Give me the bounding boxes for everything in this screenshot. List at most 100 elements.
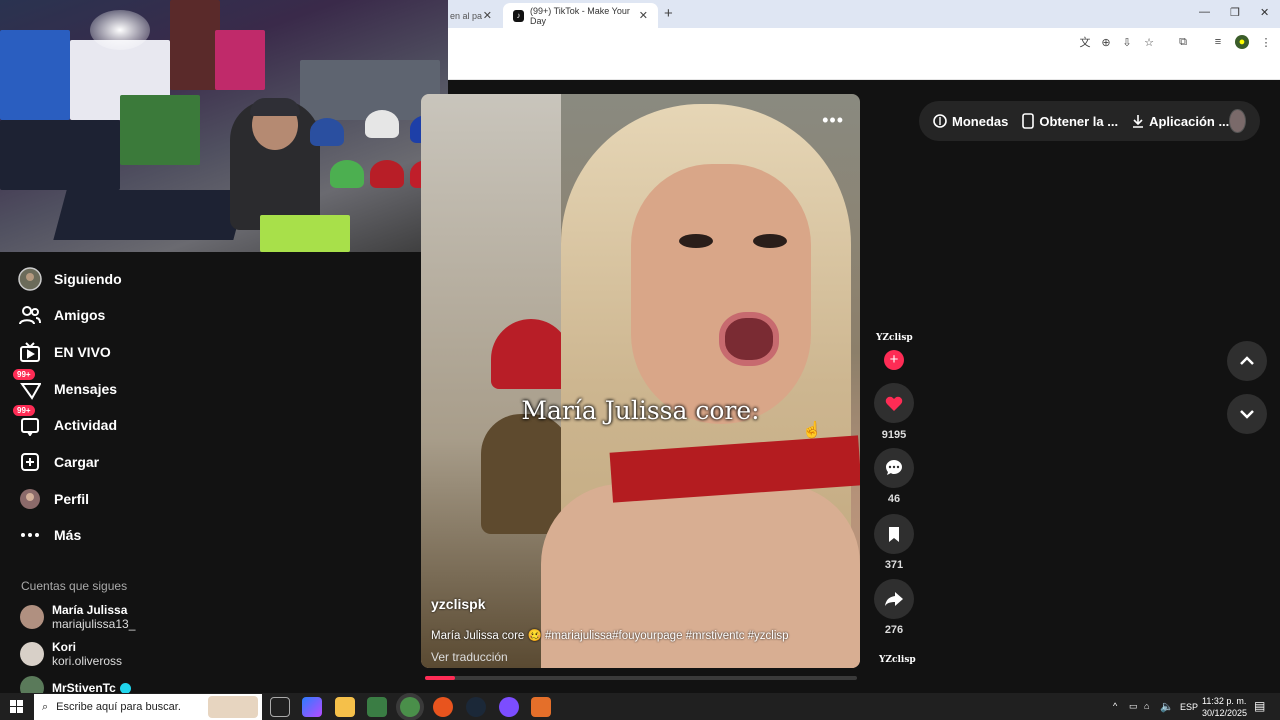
sidebar-item-label: Perfil	[54, 491, 90, 507]
coins-link[interactable]: Monedas	[933, 114, 1008, 129]
followed-account[interactable]: María Julissa mariajulissa13_	[20, 603, 135, 631]
eye	[679, 234, 713, 248]
download-app-link[interactable]: Aplicación ...	[1132, 114, 1229, 129]
previous-video-button[interactable]	[1227, 341, 1267, 381]
more-options-icon[interactable]: •••	[822, 110, 844, 131]
tab-title: en al pa	[450, 10, 483, 21]
copilot-icon[interactable]	[302, 697, 322, 717]
video-player[interactable]: María Julissa core: ••• yzclispk María J…	[421, 94, 860, 668]
download-icon	[1133, 115, 1144, 128]
sidebar-item-following[interactable]: Siguiendo	[16, 264, 122, 294]
live-tv-icon	[16, 338, 44, 366]
desk-light	[260, 215, 350, 252]
coins-label: Monedas	[952, 113, 1009, 129]
messages-icon: 99+	[13, 369, 44, 403]
following-avatar-icon	[16, 265, 44, 293]
profile-icon[interactable]: ●	[1235, 35, 1249, 49]
share-button[interactable]	[874, 579, 914, 619]
like-count: 9195	[881, 429, 907, 441]
browser-tab-active[interactable]: ♪ (99+) TikTok - Make Your Day ✕	[503, 3, 658, 28]
poster	[170, 0, 220, 90]
save-button[interactable]	[874, 514, 914, 554]
next-author-avatar[interactable]: YZclisp	[879, 655, 916, 665]
file-explorer-icon[interactable]	[335, 697, 355, 717]
extensions-icon[interactable]: ⧉	[1176, 35, 1190, 49]
heart-icon	[885, 396, 903, 411]
top-nav-pill: Monedas Obtener la ... Aplicación ...	[919, 101, 1260, 141]
account-name: María Julissa	[52, 603, 128, 617]
sidebar-item-upload[interactable]: Cargar	[16, 447, 99, 477]
steam-icon[interactable]	[466, 697, 486, 717]
profile-avatar-icon	[16, 485, 44, 513]
user-avatar[interactable]	[1229, 109, 1246, 133]
streamer-cap	[250, 98, 300, 116]
install-icon[interactable]: ⇩	[1120, 35, 1134, 49]
tray-network-icon[interactable]: ▭	[1129, 701, 1138, 712]
followed-account[interactable]: Kori kori.oliveross	[20, 640, 122, 668]
close-tab-icon[interactable]: ✕	[639, 9, 648, 22]
tab-title: (99+) TikTok - Make Your Day	[530, 5, 630, 26]
author-avatar[interactable]: YZclisp	[876, 333, 913, 343]
tray-volume-icon[interactable]: 🔈	[1160, 700, 1174, 713]
share-count: 276	[884, 624, 904, 636]
clock-time[interactable]: 11:32 p. m.	[1202, 696, 1246, 706]
browser-tab-inactive[interactable]: en al pa ✕	[440, 3, 502, 28]
clock-date[interactable]: 30/12/2025	[1202, 708, 1247, 718]
video-progress-bar[interactable]	[425, 676, 857, 680]
translate-icon[interactable]: 文	[1078, 35, 1092, 49]
sidebar-item-activity[interactable]: 99+ Actividad	[13, 405, 118, 440]
search-highlight-image	[208, 696, 258, 718]
tray-chevron-icon[interactable]: ^	[1113, 701, 1117, 711]
video-caption-overlay: María Julissa core:	[521, 396, 760, 425]
get-app-label: Obtener la ...	[1039, 113, 1119, 129]
activity-icon: 99+	[13, 405, 44, 439]
restore-icon[interactable]: ❐	[1230, 6, 1240, 19]
webcam-overlay	[0, 0, 448, 252]
sidebar-item-friends[interactable]: Amigos	[16, 300, 105, 330]
bookmark-icon	[889, 527, 899, 542]
zoom-icon[interactable]: ⊕	[1099, 35, 1113, 49]
task-view-icon[interactable]	[270, 697, 290, 717]
video-username[interactable]: yzclispk	[431, 596, 485, 612]
comment-button[interactable]	[874, 448, 914, 488]
app-icon[interactable]	[531, 697, 551, 717]
close-tab-icon[interactable]: ✕	[483, 9, 492, 22]
sidebar-item-profile[interactable]: Perfil	[16, 484, 89, 514]
sidebar-item-label: Actividad	[54, 417, 118, 433]
like-button[interactable]	[874, 383, 914, 423]
follow-button[interactable]: +	[884, 350, 904, 370]
download-app-label: Aplicación ...	[1149, 113, 1230, 129]
santa-hat	[491, 319, 571, 389]
hand-cursor-icon: ☝	[802, 422, 822, 439]
minimize-icon[interactable]: —	[1199, 6, 1210, 18]
account-name: Kori	[52, 640, 76, 654]
chrome-icon[interactable]	[400, 697, 420, 717]
helmet	[365, 110, 399, 138]
sidebar-item-messages[interactable]: 99+ Mensajes	[13, 369, 117, 404]
plus-icon[interactable]: +	[664, 5, 673, 22]
share-icon	[885, 592, 903, 606]
next-video-button[interactable]	[1227, 394, 1267, 434]
obs-icon[interactable]	[499, 697, 519, 717]
store-icon[interactable]	[367, 697, 387, 717]
get-app-link[interactable]: Obtener la ...	[1022, 113, 1118, 129]
screen: en al pa ✕ ♪ (99+) TikTok - Make Your Da…	[0, 0, 1280, 720]
tray-wifi-icon[interactable]: ⌂	[1144, 701, 1149, 711]
windows-start-icon[interactable]	[10, 700, 23, 713]
close-icon[interactable]: ✕	[1260, 6, 1269, 19]
browser-icon[interactable]	[433, 697, 453, 717]
save-count: 371	[884, 559, 904, 571]
coin-icon	[933, 114, 947, 128]
menu-kebab-icon[interactable]: ⋮	[1259, 35, 1273, 49]
sidebar-item-live[interactable]: EN VIVO	[16, 337, 111, 367]
media-control-icon[interactable]: ≡	[1211, 35, 1225, 49]
translate-link[interactable]: Ver traducción	[431, 650, 508, 664]
taskbar-search-box[interactable]: ⌕ Escribe aquí para buscar.	[34, 694, 262, 720]
bookmark-star-icon[interactable]: ☆	[1142, 35, 1156, 49]
poster	[215, 30, 265, 90]
notification-icon[interactable]: ▤	[1254, 699, 1265, 713]
sidebar-item-more[interactable]: Más	[16, 520, 81, 550]
sidebar-item-label: Amigos	[54, 307, 106, 323]
video-progress-fill	[425, 676, 456, 680]
language-indicator[interactable]: ESP	[1180, 702, 1198, 712]
